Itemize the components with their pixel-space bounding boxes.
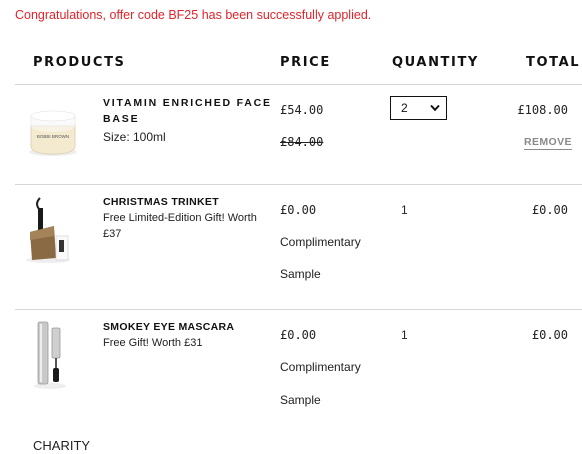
sample-label: Sample bbox=[280, 393, 321, 407]
header-products: PRODUCTS bbox=[33, 55, 126, 70]
complimentary-label: Complimentary bbox=[280, 235, 361, 249]
quantity-value: 1 bbox=[401, 203, 408, 217]
product-price: £54.00 bbox=[280, 103, 324, 117]
quantity-value: 2 bbox=[401, 101, 408, 115]
complimentary-label: Complimentary bbox=[280, 360, 361, 374]
divider bbox=[15, 309, 582, 310]
divider bbox=[15, 184, 582, 185]
divider bbox=[15, 84, 582, 85]
header-price: PRICE bbox=[280, 55, 331, 70]
quantity-value: 1 bbox=[401, 328, 408, 342]
product-original-price: £84.00 bbox=[280, 135, 324, 149]
line-total: £108.00 bbox=[517, 103, 568, 117]
product-description: Free Limited-Edition Gift! Worth £37 bbox=[103, 212, 257, 240]
product-image-christmas-trinket[interactable] bbox=[20, 196, 76, 269]
product-name[interactable]: SMOKEY EYE MASCARA bbox=[103, 321, 234, 333]
offer-code-notice: Congratulations, offer code BF25 has bee… bbox=[15, 8, 372, 22]
product-size: Size: 100ml bbox=[103, 130, 166, 144]
product-image-face-base[interactable]: BOBBI BROWN bbox=[25, 108, 81, 163]
product-description: Free Gift! Worth £31 bbox=[103, 337, 203, 349]
quantity-select[interactable]: 2 bbox=[390, 96, 447, 120]
line-total: £0.00 bbox=[531, 328, 568, 342]
chevron-down-icon bbox=[430, 101, 440, 115]
sample-label: Sample bbox=[280, 267, 321, 281]
product-name[interactable]: CHRISTMAS TRINKET bbox=[103, 196, 219, 208]
product-name[interactable]: VITAMIN ENRICHED FACE BASE bbox=[103, 95, 273, 127]
remove-button[interactable]: REMOVE bbox=[524, 136, 572, 150]
header-total: TOTAL bbox=[526, 55, 581, 70]
product-price: £0.00 bbox=[280, 203, 317, 217]
brand-label: BOBBI BROWN bbox=[37, 134, 69, 139]
product-image-mascara[interactable] bbox=[28, 320, 72, 395]
charity-heading: CHARITY bbox=[33, 438, 91, 453]
line-total: £0.00 bbox=[531, 203, 568, 217]
header-quantity: QUANTITY bbox=[392, 55, 479, 70]
product-price: £0.00 bbox=[280, 328, 317, 342]
